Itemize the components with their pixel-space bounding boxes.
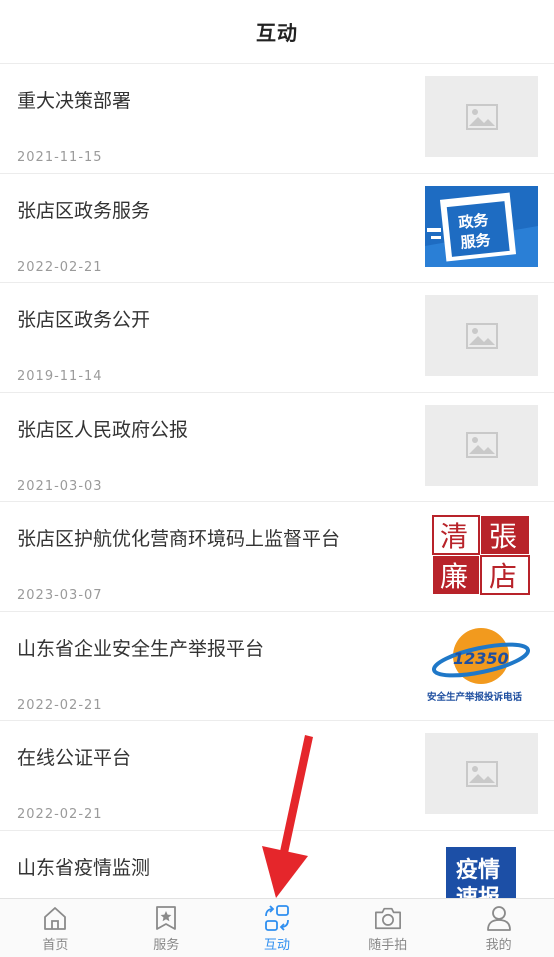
list-item[interactable]: 张店区护航优化营商环境码上监督平台 2023-03-07 清 張 廉 店 (0, 502, 554, 612)
user-icon (485, 904, 513, 932)
gov-service-thumbnail: 政务 服务 (425, 185, 538, 267)
item-title: 张店区人民政府公报 (17, 418, 189, 441)
item-date: 2022-02-21 (17, 807, 103, 822)
image-placeholder-icon (425, 76, 538, 157)
thumb-text: 服务 (460, 230, 493, 251)
bookmark-star-icon (152, 904, 180, 932)
thumb-text: 速报 (456, 885, 500, 899)
item-date: 2021-11-15 (17, 150, 103, 165)
item-title: 在线公证平台 (17, 747, 132, 769)
list-item[interactable]: 在线公证平台 2022-02-21 (0, 721, 554, 831)
list-item[interactable]: 张店区人民政府公报 2021-03-03 (0, 393, 554, 502)
item-date: 2023-03-07 (17, 588, 103, 603)
bottom-tab-bar: 首页 服务 互动 随手拍 我的 (0, 898, 554, 957)
thumb-text: 清 (440, 520, 468, 553)
thumb-text: 店 (489, 560, 517, 593)
item-title: 张店区政务服务 (17, 199, 151, 222)
tab-home[interactable]: 首页 (0, 899, 111, 957)
list-item[interactable]: 张店区政务服务 2022-02-21 政务 服务 (0, 174, 554, 283)
item-date: 2022-02-21 (17, 259, 103, 275)
list-item[interactable]: 张店区政务公开 2019-11-14 (0, 283, 554, 393)
thumb-text: 張 (489, 520, 517, 553)
item-date: 2019-11-14 (17, 369, 103, 384)
tab-snapshot[interactable]: 随手拍 (332, 899, 443, 957)
thumb-text: 12350 (453, 649, 509, 668)
item-title: 张店区护航优化营商环境码上监督平台 (17, 528, 341, 550)
epidemic-report-thumbnail: 疫情 速报 (446, 846, 516, 899)
item-date: 2022-02-21 (17, 697, 103, 713)
list-item[interactable]: 山东省疫情监测 疫情 速报 (0, 831, 554, 899)
item-title: 山东省企业安全生产举报平台 (17, 637, 265, 660)
item-title: 重大决策部署 (17, 90, 132, 112)
thumb-text: 安全生产举报投诉电话 (427, 691, 523, 703)
item-date: 2021-03-03 (17, 478, 103, 494)
list-item[interactable]: 重大决策部署 2021-11-15 (0, 64, 554, 174)
seal-logo-thumbnail: 清 張 廉 店 (425, 514, 538, 595)
tab-mine[interactable]: 我的 (443, 899, 554, 957)
thumb-text: 疫情 (456, 857, 500, 883)
home-icon (41, 904, 69, 932)
hotline-12350-thumbnail: 12350 安全生产举报投诉电话 (425, 623, 538, 705)
image-placeholder-icon (425, 733, 538, 814)
page-title: 互动 (256, 21, 298, 45)
list-item[interactable]: 山东省企业安全生产举报平台 2022-02-21 12350 安全生产举报投诉电… (0, 612, 554, 721)
thumb-text: 政务 (458, 210, 491, 231)
camera-icon (374, 904, 402, 932)
tab-label: 我的 (485, 938, 512, 953)
image-placeholder-icon (425, 295, 538, 376)
item-title: 张店区政务公开 (17, 309, 151, 331)
tab-label: 随手拍 (368, 938, 408, 953)
interaction-list[interactable]: 重大决策部署 2021-11-15 张店区政务服务 2022-02-21 政务 … (0, 64, 554, 898)
tab-interact[interactable]: 互动 (222, 899, 333, 957)
tab-label: 服务 (153, 938, 180, 953)
item-title: 山东省疫情监测 (17, 856, 151, 879)
tab-label: 首页 (42, 938, 69, 953)
thumb-text: 廉 (440, 560, 468, 593)
tab-label: 互动 (263, 938, 290, 953)
image-placeholder-icon (425, 404, 538, 486)
tab-service[interactable]: 服务 (111, 899, 222, 957)
top-bar: 互动 (0, 0, 554, 64)
interact-icon (263, 904, 291, 932)
